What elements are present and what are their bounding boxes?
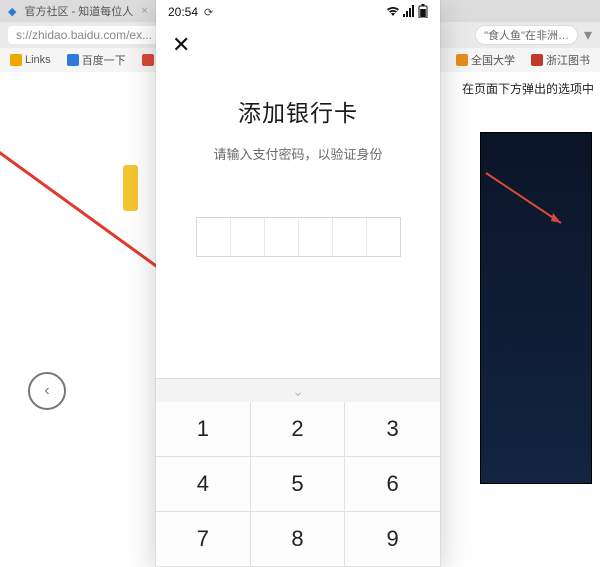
key-1[interactable]: 1 [156,402,251,457]
chevron-down-icon: ⌄ [292,383,304,399]
bookmark-baidu[interactable]: 百度一下 [67,52,126,68]
bookmark-label: 全国大学 [471,52,515,68]
key-9[interactable]: 9 [345,512,440,567]
embedded-screenshot [480,132,592,484]
bookmark-label: Links [25,54,51,66]
page-snippet: 在页面下方弹出的选项中 [462,80,594,97]
site-icon [456,54,468,66]
address-text[interactable]: s://zhidao.baidu.com/ex... [8,26,160,44]
bookmark-quanguo[interactable]: 全国大学 [456,52,515,68]
site-icon [531,54,543,66]
key-5[interactable]: 5 [251,457,346,512]
pin-cell[interactable] [299,218,333,256]
status-bar: 20:54 ⟳ [156,0,440,24]
tab-title: 官方社区 - 知道每位人 [24,3,133,19]
dialog-title-block: 添加银行卡 请输入支付密码，以验证身份 [156,94,440,163]
carousel-prev-button[interactable]: ‹ [28,372,66,410]
wifi-icon [386,5,400,20]
bookmark-zhejiang[interactable]: 浙江图书 [531,52,590,68]
tab-close-icon[interactable]: × [141,5,147,17]
pin-cell[interactable] [333,218,367,256]
close-icon[interactable]: ✕ [172,34,190,56]
bookmark-label: 浙江图书 [546,52,590,68]
key-2[interactable]: 2 [251,402,346,457]
page-accent-strip [123,165,138,211]
site-icon [142,54,154,66]
dialog-header: ✕ [156,24,440,66]
pin-cell[interactable] [231,218,265,256]
addr-pill: "食人鱼"在非洲… [475,25,578,45]
pin-cell[interactable] [265,218,299,256]
pin-cell[interactable] [367,218,400,256]
battery-icon [418,4,428,21]
key-6[interactable]: 6 [345,457,440,512]
key-7[interactable]: 7 [156,512,251,567]
key-8[interactable]: 8 [251,512,346,567]
status-time: 20:54 [168,5,198,19]
tab-favicon: ◆ [8,5,16,18]
dialog-title: 添加银行卡 [156,94,440,128]
pin-input[interactable] [196,217,401,257]
key-3[interactable]: 3 [345,402,440,457]
numeric-keypad: 1 2 3 4 5 6 7 8 9 [156,402,440,567]
folder-icon [10,54,22,66]
dialog-subtitle: 请输入支付密码，以验证身份 [156,144,440,163]
key-4[interactable]: 4 [156,457,251,512]
phone-screen: 20:54 ⟳ ✕ 添加银行卡 请输入支付密码，以验证身份 [156,0,440,567]
bookmark-label: 百度一下 [82,52,126,68]
status-sync-icon: ⟳ [204,6,213,19]
keypad-collapse-handle[interactable]: ⌄ [156,378,440,402]
pin-cell[interactable] [197,218,231,256]
bookmark-links[interactable]: Links [10,54,51,66]
pin-input-wrap [156,217,440,257]
site-icon [67,54,79,66]
signal-icon [403,5,415,20]
chevron-down-icon[interactable]: ▾ [584,25,592,45]
chevron-left-icon: ‹ [44,382,49,400]
